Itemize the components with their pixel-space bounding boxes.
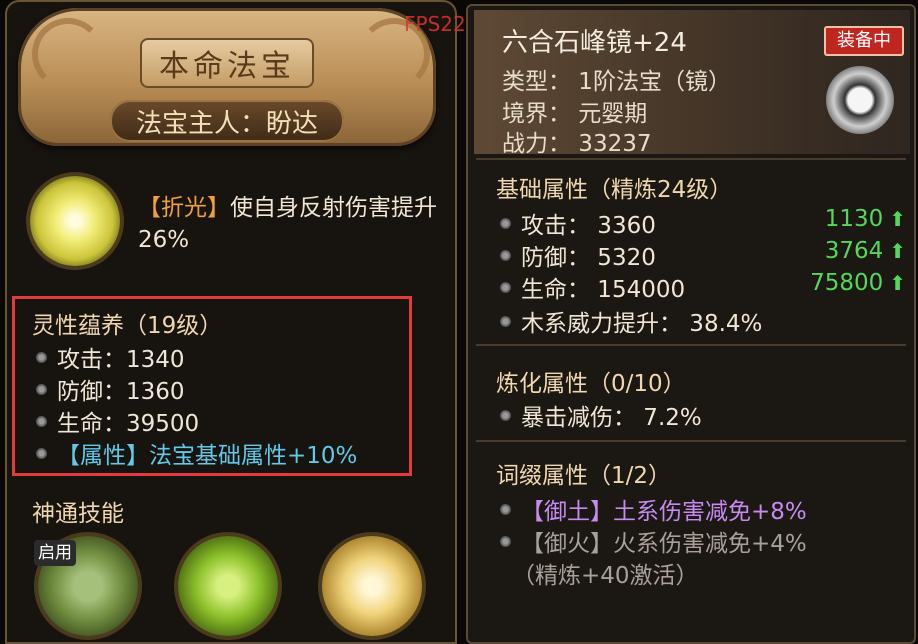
stat-bullet-icon [500, 535, 511, 547]
stat-bullet-icon [500, 409, 511, 421]
divider [476, 344, 906, 346]
base-gain: 3764 ⬆ [825, 238, 906, 264]
base-stat-row: 木系威力提升： 38.4% [500, 304, 762, 338]
equipment-realm: 境界： 元婴期 [502, 101, 648, 127]
stat-bullet-icon [500, 281, 511, 293]
affix-note: （精炼+40激活） [512, 556, 699, 590]
base-attack: 攻击： 3360 [521, 213, 656, 239]
stat-bullet-icon [36, 351, 47, 363]
skill-description: 【折光】使自身反射伤害提升26% [138, 192, 438, 256]
stat-up-arrow-icon: ⬆ [889, 207, 906, 231]
page-title: 本命法宝 [140, 38, 314, 88]
base-stat-row: 防御： 5320 [500, 238, 656, 272]
stat-bullet-icon [500, 503, 511, 515]
base-hp: 生命： 154000 [521, 277, 686, 303]
nurture-attack: 攻击：1340 [57, 347, 185, 373]
stat-bullet-icon [36, 447, 47, 459]
nurture-stat-row: 攻击：1340 [36, 340, 185, 374]
skill-orb-icon[interactable] [30, 176, 120, 266]
affix-row-inactive: 【御火】火系伤害减免+4% [500, 524, 807, 558]
technique-gold-icon[interactable] [322, 536, 422, 636]
nurture-hp: 生命：39500 [57, 411, 200, 437]
base-stat-row: 生命： 154000 [500, 270, 685, 304]
stat-up-arrow-icon: ⬆ [889, 239, 906, 263]
affix-activation-note: （精炼+40激活） [512, 563, 699, 589]
stat-bullet-icon [500, 249, 511, 261]
treasure-owner: 法宝主人：盼达 [110, 100, 344, 142]
equipped-badge: 装备中 [824, 26, 904, 56]
base-defense-gain: 3764 [824, 238, 884, 264]
fps-counter: FPS22 [404, 12, 466, 36]
stat-bullet-icon [36, 415, 47, 427]
techniques-title: 神通技能 [32, 501, 124, 527]
base-gain: 75800 ⬆ [810, 270, 906, 296]
equipment-name: 六合石峰镜+24 [502, 28, 687, 58]
base-hp-gain: 75800 [810, 270, 884, 296]
title-banner: 本命法宝 法宝主人：盼达 [18, 8, 436, 146]
equipment-type: 类型： 1阶法宝（镜） [502, 69, 731, 95]
crit-damage-reduction: 暴击减伤： 7.2% [521, 405, 702, 431]
nurture-bonus-row: 【属性】法宝基础属性+10% [36, 436, 357, 470]
mirror-treasure-icon [826, 66, 894, 134]
base-gain: 1130 ⬆ [825, 206, 906, 232]
skill-tag: 【折光】 [138, 195, 230, 221]
nurture-bonus: 【属性】法宝基础属性+10% [57, 443, 358, 469]
affix-fire: 【御火】火系伤害减免+4% [521, 531, 807, 557]
enabled-badge: 启用 [34, 540, 76, 566]
base-stat-row: 攻击： 3360 [500, 206, 656, 240]
nurture-stat-row: 防御：1360 [36, 372, 185, 406]
base-stats-title: 基础属性（精炼24级） [496, 177, 733, 203]
affix-earth: 【御土】土系伤害减免+8% [521, 499, 807, 525]
background-underlay [480, 600, 900, 640]
refine-row: 暴击减伤： 7.2% [500, 398, 702, 432]
affix-title: 词缀属性（1/2） [496, 463, 672, 489]
stat-up-arrow-icon: ⬆ [889, 271, 906, 295]
refine-title: 炼化属性（0/10） [496, 371, 686, 397]
nurture-title: 灵性蕴养（19级） [32, 313, 223, 339]
divider [476, 158, 906, 160]
stat-bullet-icon [500, 315, 511, 327]
base-defense: 防御： 5320 [521, 245, 656, 271]
stat-bullet-icon [36, 383, 47, 395]
equipment-power: 战力： 33237 [502, 131, 652, 157]
divider [476, 440, 906, 442]
wood-power-bonus: 木系威力提升： 38.4% [521, 311, 763, 337]
affix-row-active: 【御土】土系伤害减免+8% [500, 492, 807, 526]
nurture-defense: 防御：1360 [57, 379, 185, 405]
nurture-stat-row: 生命：39500 [36, 404, 199, 438]
banner-ornament [32, 18, 104, 90]
technique-green-icon[interactable] [178, 536, 278, 636]
stat-bullet-icon [500, 217, 511, 229]
base-attack-gain: 1130 [824, 206, 884, 232]
